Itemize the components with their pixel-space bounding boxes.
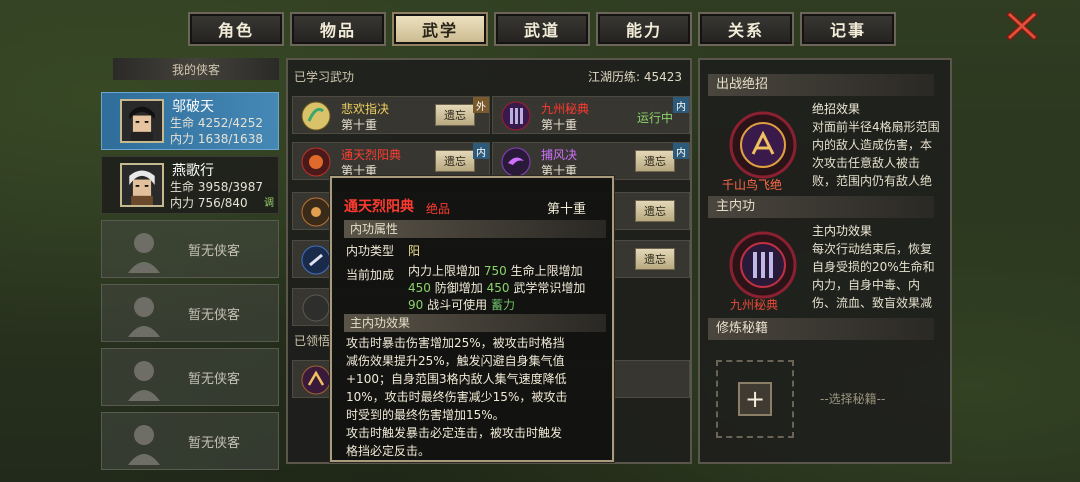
adjust-tag[interactable]: 调 [264, 194, 274, 209]
empty-slot-label: 暂无侠客 [188, 372, 241, 387]
tooltip-bonus-line: 450 防御增加 450 武学常识增加 [408, 281, 586, 295]
member-mp: 内力 756/840 [170, 196, 248, 210]
skill-name: 九州秘典 [541, 102, 590, 116]
tab-bar: 角色 物品 武学 武道 能力 关系 记事 [188, 12, 896, 46]
inner-effect-title: 主内功效果 [812, 224, 873, 238]
empty-slot-label: 暂无侠客 [188, 308, 241, 323]
manual-hint[interactable]: --选择秘籍-- [820, 390, 885, 407]
ultimate-section-title: 出战绝招 [708, 74, 934, 96]
member-name: 邬破天 [172, 99, 214, 115]
member-card[interactable]: 燕歌行 生命 3958/3987 内力 756/840 调 [101, 156, 279, 214]
ultimate-name: 千山鸟飞绝 [722, 178, 783, 192]
tab-character[interactable]: 角色 [188, 12, 284, 46]
tome-skill-icon [501, 101, 531, 131]
member-mp: 内力 1638/1638 [170, 132, 263, 146]
skill-name: 通天烈阳典 [341, 148, 402, 162]
ultimate-effect-text: 对面前半径4格扇形范围内的敌人造成伤害，本次攻击任意敌人被击败，范围内仍有敌人绝 [812, 120, 940, 188]
skill-level: 第十重 [341, 118, 378, 132]
member-name: 燕歌行 [172, 163, 214, 179]
silhouette-icon [128, 297, 160, 337]
tab-martial-arts[interactable]: 武学 [392, 12, 488, 46]
tab-journal[interactable]: 记事 [800, 12, 896, 46]
skill-name: 悲欢指决 [341, 102, 390, 116]
forget-button[interactable]: 遗忘 [635, 200, 675, 222]
experience-readout: 江湖历练: 45423 [587, 70, 682, 84]
tooltip-effect-line: 格挡必定反击。 [346, 444, 431, 458]
tooltip-type-label: 内功类型 [346, 244, 395, 258]
running-status: 运行中 [636, 111, 673, 125]
forget-button[interactable]: 遗忘 [635, 248, 675, 270]
close-icon[interactable] [1004, 8, 1040, 44]
silhouette-icon [128, 425, 160, 465]
tooltip-type-value: 阳 [408, 244, 421, 258]
inner-skill-name: 九州秘典 [730, 298, 779, 312]
manual-slot[interactable]: + [716, 360, 794, 438]
empty-slot[interactable]: 暂无侠客 [101, 348, 279, 406]
tooltip-bonus-line: 内力上限增加 750 生命上限增加 [408, 264, 583, 278]
empty-slot[interactable]: 暂无侠客 [101, 412, 279, 470]
ultimate-icon[interactable] [728, 110, 798, 180]
empty-slot[interactable]: 暂无侠客 [101, 220, 279, 278]
inner-skill-icon[interactable] [728, 230, 798, 300]
empty-slot-label: 暂无侠客 [188, 244, 241, 259]
member-list: 邬破天 生命 4252/4252 内力 1638/1638 燕歌行 生命 395… [101, 92, 279, 476]
tooltip-skill-name: 通天烈阳典 [344, 199, 414, 215]
skill-name: 捕风决 [541, 148, 578, 162]
tooltip-grade: 绝品 [426, 202, 451, 216]
tab-items[interactable]: 物品 [290, 12, 386, 46]
ultimate-skill-icon [301, 365, 331, 395]
empty-slot[interactable]: 暂无侠客 [101, 284, 279, 342]
tooltip-effect-line: 攻击时触发暴击必定连击，被攻击时触发 [346, 426, 563, 440]
inner-effect-text: 每次行动结束后，恢复自身受损的20%生命和内力，自身中毒、内伤、流血、致盲效果减… [812, 242, 935, 310]
tooltip-attr-header: 内功属性 [344, 220, 606, 238]
tab-relations[interactable]: 关系 [698, 12, 794, 46]
add-manual-button[interactable]: + [738, 382, 772, 416]
skill-type-tag: 内 [673, 97, 689, 113]
member-hp: 生命 3958/3987 [170, 180, 263, 194]
sun-skill-icon [301, 147, 331, 177]
learned-header: 已领悟 [294, 334, 331, 348]
skill-type-tag: 内 [673, 143, 689, 159]
silhouette-icon [128, 361, 160, 401]
skill-slot[interactable]: 通天烈阳典 第十重 遗忘 内 [292, 142, 490, 180]
tooltip-effect-line: 攻击时暴击伤害增加25%，被攻击时格挡 [346, 336, 565, 350]
skill-type-tag: 外 [473, 97, 489, 113]
member-hp: 生命 4252/4252 [170, 116, 263, 130]
orb-skill-icon [301, 197, 331, 227]
avatar [120, 163, 164, 207]
empty-skill-icon [302, 294, 330, 322]
skill-slot[interactable]: 捕风决 第十重 遗忘 内 [492, 142, 690, 180]
empty-slot-label: 暂无侠客 [188, 436, 241, 451]
tooltip-effect-line: +100；自身范围3格内敌人集气速度降低 [346, 372, 567, 386]
skill-tooltip: 通天烈阳典 绝品 第十重 内功属性 内功类型 阳 当前加成 内力上限增加 750… [330, 176, 614, 462]
tooltip-effect-header: 主内功效果 [344, 314, 606, 332]
silhouette-icon [128, 233, 160, 273]
fist-skill-icon [301, 245, 331, 275]
forget-button[interactable]: 遗忘 [435, 150, 475, 172]
member-card[interactable]: 邬破天 生命 4252/4252 内力 1638/1638 [101, 92, 279, 150]
ultimate-effect-title: 绝招效果 [812, 102, 861, 116]
tab-abilities[interactable]: 能力 [596, 12, 692, 46]
forget-button[interactable]: 遗忘 [435, 104, 475, 126]
forget-button[interactable]: 遗忘 [635, 150, 675, 172]
tab-martial-way[interactable]: 武道 [494, 12, 590, 46]
tooltip-bonus-line: 90 战斗可使用 蓄力 [408, 298, 515, 312]
skill-level: 第十重 [541, 118, 578, 132]
skill-slot[interactable]: 悲欢指决 第十重 遗忘 外 [292, 96, 490, 134]
avatar [120, 99, 164, 143]
tooltip-effect-line: 时受到的最终伤害增加15%。 [346, 408, 505, 422]
inner-section-title: 主内功 [708, 196, 934, 218]
tooltip-effect-line: 10%，攻击时最终伤害减少15%，被攻击 [346, 390, 568, 404]
skill-type-tag: 内 [473, 143, 489, 159]
tooltip-level: 第十重 [546, 202, 586, 217]
palm-skill-icon [301, 101, 331, 131]
team-header: 我的侠客 [113, 58, 279, 80]
skill-slot[interactable]: 九州秘典 第十重 运行中 内 [492, 96, 690, 134]
tooltip-effect-line: 减伤效果提升25%，触发闪避自身集气值 [346, 354, 565, 368]
loadout-panel: 出战绝招 千山鸟飞绝 绝招效果 对面前半径4格扇形范围内的敌人造成伤害，本次攻击… [698, 58, 952, 464]
wind-skill-icon [501, 147, 531, 177]
tooltip-bonus-label: 当前加成 [346, 268, 395, 282]
manual-section-title: 修炼秘籍 [708, 318, 934, 340]
